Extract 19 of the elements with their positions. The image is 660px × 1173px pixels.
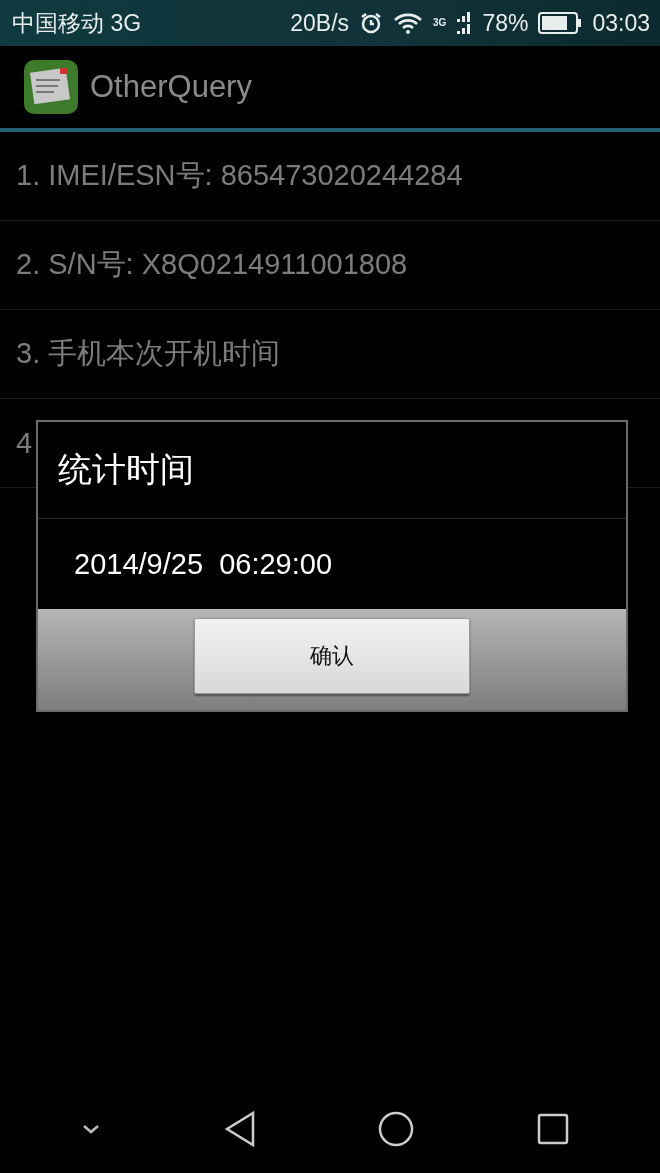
back-icon[interactable]: [223, 1111, 256, 1147]
dialog-message: 2014/9/25 06:29:00: [74, 547, 332, 581]
carrier-name: 中国移动 3G: [12, 8, 142, 38]
list-item[interactable]: 2. S/N号: X8Q0214911001808: [0, 221, 660, 310]
battery-icon: [538, 12, 583, 34]
dialog-title: 统计时间: [58, 449, 194, 490]
battery-percent: 78%: [482, 9, 529, 37]
home-icon[interactable]: [378, 1111, 415, 1147]
wifi-icon: [393, 11, 424, 35]
list-item[interactable]: 3. 手机本次开机时间: [0, 310, 660, 399]
network-speed: 20B/s: [290, 9, 350, 37]
clock-time: 03:03: [592, 9, 650, 37]
recents-icon[interactable]: [536, 1113, 569, 1145]
app-icon: [24, 60, 78, 114]
app-title: OtherQuery: [90, 69, 252, 105]
list-item[interactable]: 1. IMEI/ESN号: 865473020244284: [0, 132, 660, 221]
confirm-button[interactable]: 确认: [194, 618, 470, 694]
signal-icon: [456, 10, 473, 36]
network-type: 3G: [433, 18, 447, 28]
